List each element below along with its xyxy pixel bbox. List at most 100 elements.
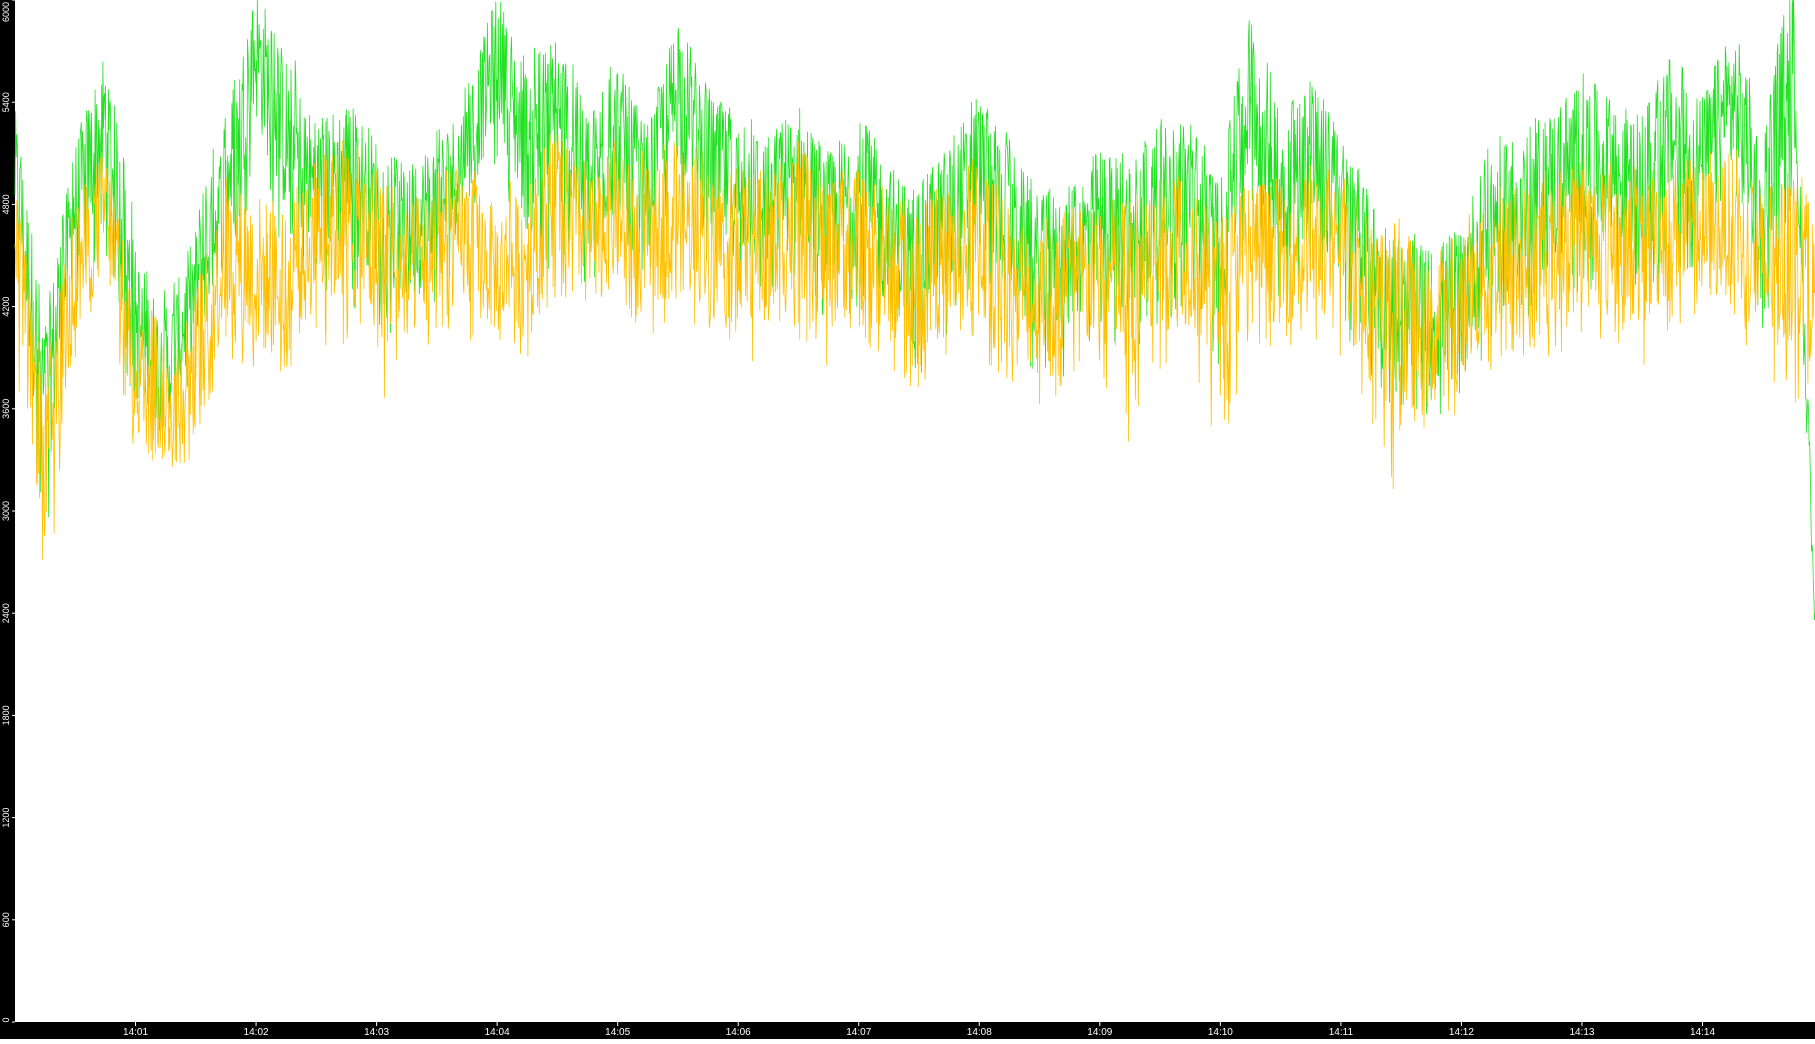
- series-1-point: [105, 204, 106, 205]
- series-1-point: [1612, 238, 1613, 239]
- series-1-point: [678, 221, 679, 222]
- y-tick-label: 4200: [1, 297, 11, 317]
- series-1-point: [1461, 306, 1462, 307]
- y-tick-label: 3000: [1, 501, 11, 521]
- y-tick-label: 1800: [1, 705, 11, 725]
- series-1-point: [1009, 272, 1010, 273]
- series-0-point: [1793, 34, 1794, 35]
- series-0-point: [1491, 221, 1492, 222]
- series-1-point: [768, 255, 769, 256]
- series-1-point: [557, 204, 558, 205]
- series-0-point: [708, 170, 709, 171]
- series-1-point: [858, 238, 859, 239]
- series-1-point: [497, 272, 498, 273]
- y-tick-label: 5400: [1, 92, 11, 112]
- series-1-point: [406, 272, 407, 273]
- series-0-point: [286, 136, 287, 137]
- series-1-point: [1310, 238, 1311, 239]
- series-1-point: [648, 238, 649, 239]
- series-1-point: [1100, 272, 1101, 273]
- series-0-point: [1552, 187, 1553, 188]
- series-0-point: [738, 187, 739, 188]
- series-0-point: [617, 136, 618, 137]
- series-0-point: [1702, 170, 1703, 171]
- series-1-point: [226, 255, 227, 256]
- series-1-point: [798, 221, 799, 222]
- time-series-chart: 0600120018002400300036004200480054006000…: [0, 0, 1815, 1039]
- series-0-point: [1039, 272, 1040, 273]
- series-0-point: [105, 119, 106, 120]
- series-1-point: [1250, 238, 1251, 239]
- y-axis: 0600120018002400300036004200480054006000: [1, 0, 15, 1023]
- series-1-point: [1552, 255, 1553, 256]
- series-1-point: [1732, 221, 1733, 222]
- series-1-point: [286, 289, 287, 290]
- series-1-point: [1371, 306, 1372, 307]
- series-1-point: [1401, 323, 1402, 324]
- series-0-point: [1250, 85, 1251, 86]
- x-tick-label: 14:07: [846, 1027, 871, 1038]
- series-1-point: [1521, 255, 1522, 256]
- x-tick-label: 14:06: [726, 1027, 751, 1038]
- series-1-point: [738, 238, 739, 239]
- series-1-point: [1431, 340, 1432, 341]
- series-1-point: [256, 272, 257, 273]
- series-1-point: [1762, 272, 1763, 273]
- series-1-point: [75, 272, 76, 273]
- x-tick-label: 14:03: [364, 1027, 389, 1038]
- series-1-point: [1642, 255, 1643, 256]
- series-0-point: [1190, 187, 1191, 188]
- series-1-point: [1672, 221, 1673, 222]
- series-1-point: [949, 255, 950, 256]
- x-tick-label: 14:12: [1449, 1027, 1474, 1038]
- series-1-point: [1341, 255, 1342, 256]
- y-tick-label: 0: [1, 1017, 11, 1022]
- series-0-point: [1521, 204, 1522, 205]
- series-1-point: [376, 255, 377, 256]
- series-1-point: [1130, 289, 1131, 290]
- x-tick-label: 14:14: [1690, 1027, 1715, 1038]
- series-1-point: [1160, 255, 1161, 256]
- x-tick-label: 14:11: [1329, 1027, 1354, 1038]
- series-0-point: [497, 51, 498, 52]
- y-tick-label: 1200: [1, 808, 11, 828]
- series-1-point: [587, 238, 588, 239]
- series-0-point: [1762, 204, 1763, 205]
- series-1-point: [1491, 272, 1492, 273]
- series-1-point: [467, 238, 468, 239]
- series-1-point: [617, 221, 618, 222]
- series-1-point: [889, 272, 890, 273]
- series-1-point: [1280, 255, 1281, 256]
- series-0-point: [678, 85, 679, 86]
- chart-frame: 0600120018002400300036004200480054006000…: [0, 0, 1815, 1039]
- series-0-point: [979, 170, 980, 171]
- series-1-point: [1220, 306, 1221, 307]
- series-0-point: [1612, 170, 1613, 171]
- series-1-point: [1039, 306, 1040, 307]
- x-tick-label: 14:01: [123, 1027, 148, 1038]
- series-1-point: [1582, 238, 1583, 239]
- series-1-point: [919, 289, 920, 290]
- x-tick-label: 14:02: [244, 1027, 269, 1038]
- y-tick-label: 3600: [1, 399, 11, 419]
- series-1-point: [1793, 255, 1794, 256]
- series-0-point: [1642, 187, 1643, 188]
- series-1-point: [979, 238, 980, 239]
- series-1-point: [196, 357, 197, 358]
- y-tick-label: 6000: [1, 2, 11, 22]
- x-tick-label: 14:05: [605, 1027, 630, 1038]
- series-0-point: [648, 187, 649, 188]
- y-tick-label: 4800: [1, 194, 11, 214]
- series-0-point: [437, 204, 438, 205]
- series-0-point: [527, 153, 528, 154]
- series-0-point: [1732, 102, 1733, 103]
- series-0-point: [1582, 153, 1583, 154]
- series-0-point: [15, 170, 16, 171]
- series-1-point: [15, 255, 16, 256]
- series-1-point: [135, 374, 136, 375]
- series-0-point: [467, 153, 468, 154]
- x-tick-label: 14:10: [1208, 1027, 1233, 1038]
- series-1-point: [1069, 289, 1070, 290]
- x-tick-label: 14:13: [1569, 1027, 1594, 1038]
- series-0-point: [165, 374, 166, 375]
